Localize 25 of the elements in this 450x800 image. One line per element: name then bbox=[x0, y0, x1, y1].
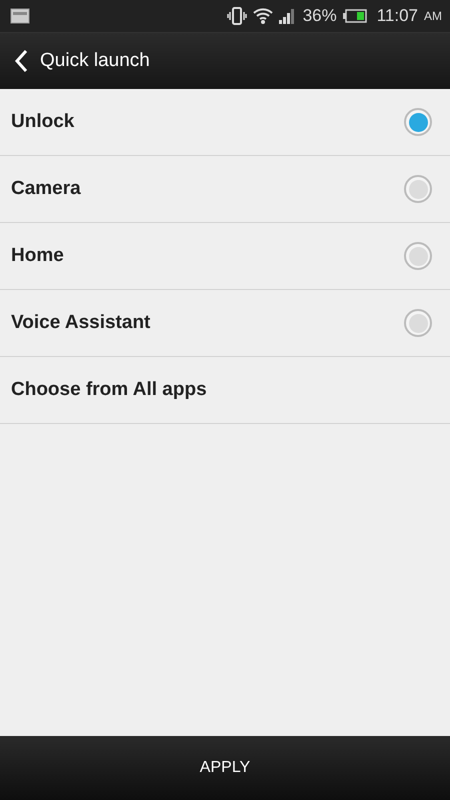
option-label: Camera bbox=[11, 178, 82, 200]
clock-meridiem: AM bbox=[424, 9, 442, 23]
signal-icon bbox=[278, 8, 297, 24]
option-row[interactable]: Home bbox=[0, 223, 450, 290]
option-row[interactable]: Voice Assistant bbox=[0, 290, 450, 357]
option-row[interactable]: Unlock bbox=[0, 89, 450, 156]
clock-time: 11:07 bbox=[376, 6, 418, 26]
back-icon bbox=[14, 49, 28, 73]
screen-title: Quick launch bbox=[40, 50, 150, 72]
option-row[interactable]: Choose from All apps bbox=[0, 357, 450, 424]
option-label: Home bbox=[11, 245, 65, 267]
image-notification-icon bbox=[10, 8, 30, 24]
wifi-icon bbox=[252, 7, 273, 25]
option-row[interactable]: Camera bbox=[0, 156, 450, 223]
radio-button[interactable] bbox=[404, 309, 432, 337]
option-label: Unlock bbox=[11, 111, 76, 133]
battery-icon bbox=[342, 9, 367, 23]
radio-button[interactable] bbox=[404, 175, 432, 203]
vibrate-icon bbox=[226, 7, 247, 25]
option-label: Voice Assistant bbox=[11, 312, 152, 334]
apply-button[interactable]: APPLY bbox=[180, 751, 270, 785]
radio-button[interactable] bbox=[404, 108, 432, 136]
radio-button[interactable] bbox=[404, 242, 432, 270]
battery-percentage: 36% bbox=[302, 6, 337, 26]
option-label: Choose from All apps bbox=[11, 379, 208, 401]
